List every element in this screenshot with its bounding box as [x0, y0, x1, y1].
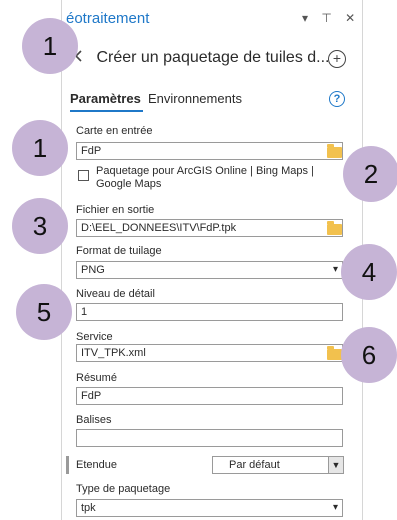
package-type-label: Type de paquetage [76, 483, 171, 495]
extent-value: Par défaut [229, 459, 280, 471]
extent-marker [66, 456, 69, 474]
folder-open-icon[interactable] [327, 346, 342, 360]
add-icon[interactable]: + [328, 50, 346, 68]
pane-controls[interactable]: ▾ ⊤ ✕ [302, 11, 360, 25]
folder-open-icon[interactable] [327, 144, 342, 158]
pane-title: éotraitement [66, 10, 150, 27]
tab-parametres[interactable]: Paramètres [70, 91, 141, 106]
input-map-label: Carte en entrée [76, 125, 153, 137]
level-of-detail-input[interactable]: 1 [76, 303, 343, 321]
package-type-select[interactable]: tpk [76, 499, 343, 517]
tool-name: Créer un paquetage de tuiles d... [96, 49, 330, 66]
extent-select[interactable]: Par défaut ▼ [212, 456, 344, 474]
callout-badge-1b: 1 [12, 120, 68, 176]
package-online-label: Paquetage pour ArcGIS Online | Bing Maps… [96, 165, 314, 190]
folder-open-icon[interactable] [327, 221, 342, 235]
help-icon[interactable]: ? [329, 91, 345, 107]
package-online-checkbox[interactable] [78, 170, 89, 181]
service-label: Service [76, 331, 113, 343]
tab-environnements[interactable]: Environnements [148, 91, 242, 106]
summary-input[interactable]: FdP [76, 387, 343, 405]
summary-label: Résumé [76, 372, 117, 384]
active-tab-indicator [70, 110, 143, 112]
tool-title-row: Créer un paquetage de tuiles d... [72, 49, 330, 67]
output-file-label: Fichier en sortie [76, 204, 155, 216]
callout-badge-4: 4 [341, 244, 397, 300]
service-input[interactable]: ITV_TPK.xml [76, 344, 343, 362]
tags-label: Balises [76, 414, 112, 426]
callout-badge-5: 5 [16, 284, 72, 340]
level-of-detail-label: Niveau de détail [76, 288, 155, 300]
callout-badge-2: 2 [343, 146, 397, 202]
output-file-input[interactable]: D:\EEL_DONNEES\ITV\FdP.tpk [76, 219, 343, 237]
tags-input[interactable] [76, 429, 343, 447]
chevron-down-icon[interactable]: ▼ [328, 457, 343, 473]
tiling-format-label: Format de tuilage [76, 245, 162, 257]
extent-label: Etendue [76, 459, 117, 471]
callout-badge-1: 1 [22, 18, 78, 74]
input-map-select[interactable]: FdP [76, 142, 343, 160]
callout-badge-6: 6 [341, 327, 397, 383]
tiling-format-select[interactable]: PNG [76, 261, 343, 279]
callout-badge-3: 3 [12, 198, 68, 254]
